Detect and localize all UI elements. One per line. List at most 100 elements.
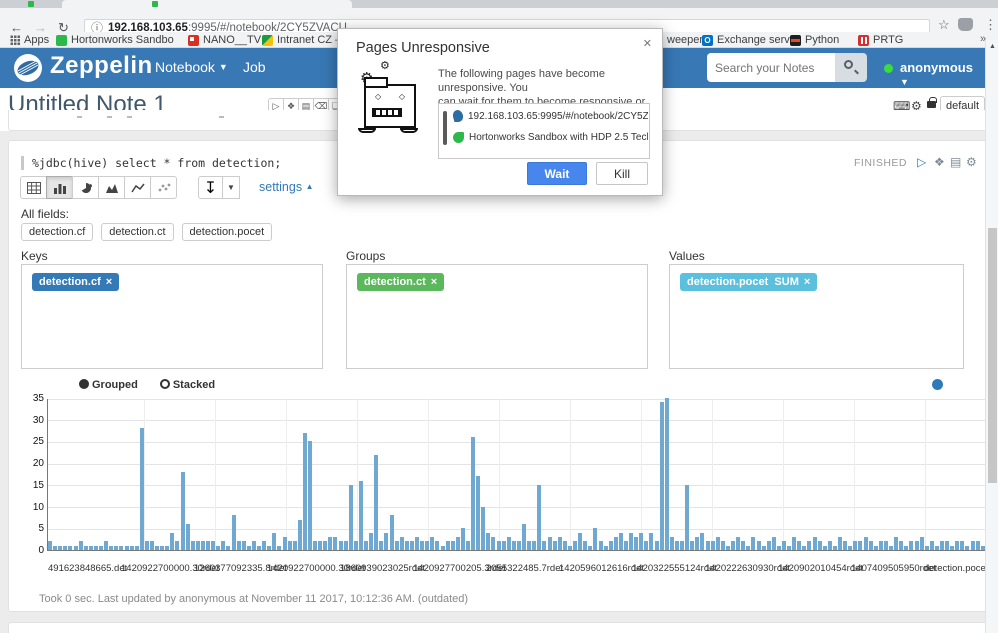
bar[interactable]	[680, 541, 684, 550]
bar[interactable]	[873, 545, 878, 550]
bar[interactable]	[950, 545, 955, 550]
bar[interactable]	[313, 541, 317, 550]
paragraph-code[interactable]: %jdbc(hive) select * from detection;	[21, 156, 281, 170]
field-chip[interactable]: detection.cf	[21, 223, 94, 241]
bar[interactable]	[644, 541, 649, 550]
bar[interactable]	[119, 545, 124, 550]
bar[interactable]	[827, 541, 832, 550]
bar[interactable]	[934, 545, 939, 550]
bookmark-nano-tv[interactable]: NANO__TV	[188, 33, 261, 47]
output-paragraph-icon[interactable]: ▤	[950, 155, 961, 169]
bar[interactable]	[909, 541, 914, 550]
bar[interactable]	[919, 537, 924, 550]
bar[interactable]	[450, 541, 455, 550]
close-icon[interactable]: ✕	[643, 37, 652, 50]
bar[interactable]	[868, 541, 873, 550]
bar[interactable]	[180, 471, 185, 550]
bar[interactable]	[190, 541, 195, 550]
bar[interactable]	[878, 541, 883, 550]
bar[interactable]	[384, 532, 389, 550]
bar[interactable]	[639, 532, 644, 550]
bar[interactable]	[318, 541, 323, 550]
bar[interactable]	[771, 537, 776, 550]
bar[interactable]	[695, 537, 700, 550]
bar[interactable]	[231, 515, 236, 550]
bar[interactable]	[369, 532, 374, 550]
bar[interactable]	[302, 432, 307, 550]
bar[interactable]	[236, 541, 241, 550]
bar[interactable]	[211, 541, 216, 550]
bar[interactable]	[501, 541, 506, 550]
bar[interactable]	[659, 402, 664, 550]
bar[interactable]	[889, 545, 893, 550]
table-view-button[interactable]	[20, 176, 47, 199]
bar[interactable]	[542, 541, 547, 550]
bar[interactable]	[216, 545, 221, 550]
bar[interactable]	[99, 545, 103, 550]
bar[interactable]	[471, 437, 475, 550]
chrome-menu-icon[interactable]: ⋮	[984, 17, 997, 33]
bar[interactable]	[593, 528, 598, 550]
bar[interactable]	[292, 541, 297, 550]
bar[interactable]	[134, 545, 139, 550]
bar[interactable]	[440, 545, 445, 550]
bar[interactable]	[975, 541, 980, 550]
series-legend-dot[interactable]	[932, 379, 943, 390]
bar[interactable]	[781, 541, 786, 550]
bar[interactable]	[195, 541, 200, 550]
bar[interactable]	[465, 541, 470, 550]
list-item[interactable]: 192.168.103.65:9995/#/notebook/2CY5ZVACU	[453, 110, 648, 122]
browser-tab-strip[interactable]	[0, 0, 998, 8]
bar[interactable]	[598, 541, 603, 550]
run-paragraph-icon[interactable]: ▷	[917, 155, 926, 169]
bar[interactable]	[251, 541, 256, 550]
bar[interactable]	[425, 541, 430, 550]
bar[interactable]	[802, 545, 807, 550]
bar[interactable]	[139, 428, 144, 550]
bar[interactable]	[104, 541, 109, 550]
bar[interactable]	[812, 537, 817, 550]
bar[interactable]	[710, 541, 715, 550]
bar[interactable]	[853, 541, 858, 550]
settings-toggle[interactable]: settings ▲	[259, 180, 314, 194]
bar[interactable]	[114, 545, 119, 550]
bar[interactable]	[307, 441, 312, 550]
bar[interactable]	[715, 537, 720, 550]
bar[interactable]	[537, 484, 542, 550]
bar[interactable]	[48, 541, 52, 550]
bar[interactable]	[277, 545, 282, 550]
lock-icon[interactable]	[927, 97, 937, 108]
page-scrollbar[interactable]: ▲	[985, 40, 998, 633]
bar[interactable]	[200, 541, 205, 550]
bar[interactable]	[522, 523, 526, 550]
bar[interactable]	[746, 545, 751, 550]
bar[interactable]	[557, 537, 562, 550]
bar[interactable]	[787, 545, 791, 550]
bar[interactable]	[170, 532, 175, 550]
line-chart-button[interactable]	[124, 176, 151, 199]
bar[interactable]	[160, 545, 165, 550]
apps-shortcut[interactable]: Apps	[10, 33, 49, 47]
bar[interactable]	[761, 545, 766, 550]
bar[interactable]	[608, 541, 613, 550]
bar[interactable]	[486, 532, 491, 550]
keys-dropbox[interactable]: detection.cf ×	[21, 264, 323, 369]
bar[interactable]	[185, 523, 190, 550]
bar[interactable]	[68, 545, 73, 550]
bar[interactable]	[736, 537, 741, 550]
paragraph-gear-icon[interactable]: ⚙	[966, 155, 977, 169]
bar[interactable]	[832, 545, 837, 550]
bar[interactable]	[389, 515, 394, 550]
bar[interactable]	[613, 537, 618, 550]
bar[interactable]	[420, 541, 425, 550]
bar[interactable]	[654, 541, 659, 550]
bar[interactable]	[924, 545, 929, 550]
bar[interactable]	[476, 476, 481, 550]
bar[interactable]	[272, 532, 277, 550]
active-tab[interactable]	[62, 0, 352, 8]
pie-chart-button[interactable]	[72, 176, 99, 199]
bar[interactable]	[506, 537, 511, 550]
bar[interactable]	[435, 541, 440, 550]
remove-value-icon[interactable]: ×	[804, 276, 810, 288]
bookmark-star-icon[interactable]: ☆	[938, 17, 950, 33]
